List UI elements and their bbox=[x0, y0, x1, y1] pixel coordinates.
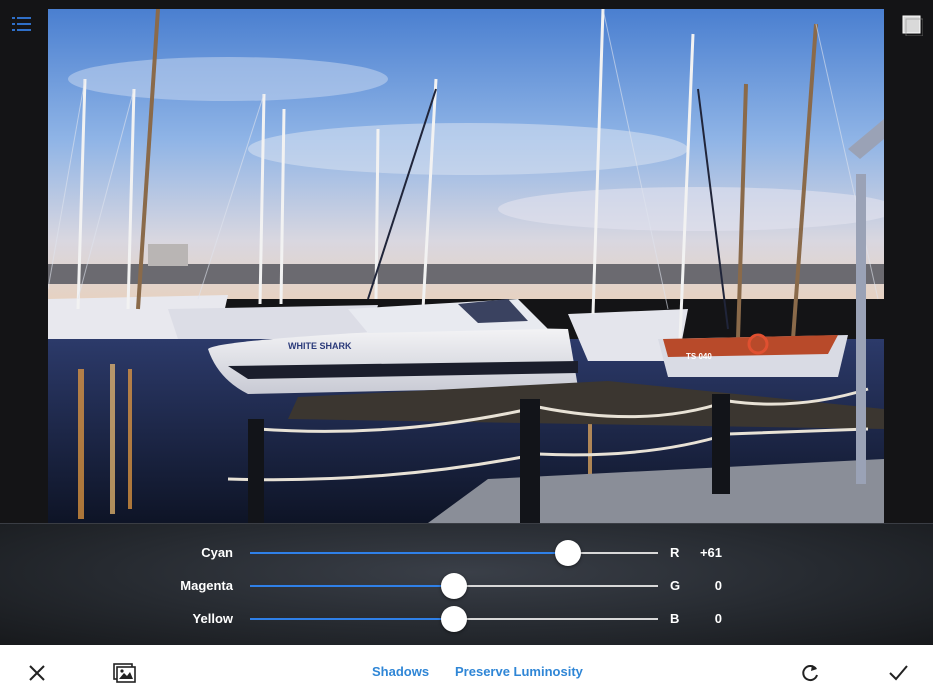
preserve-luminosity-button[interactable]: Preserve Luminosity bbox=[455, 664, 583, 679]
bottom-toolbar: Shadows Preserve Luminosity bbox=[0, 645, 933, 700]
slider-channel: R bbox=[670, 545, 680, 560]
cyan-slider[interactable] bbox=[250, 540, 658, 566]
compare-icon[interactable] bbox=[901, 14, 924, 37]
slider-value: 0 bbox=[714, 578, 722, 593]
slider-label: Cyan bbox=[201, 545, 233, 560]
gallery-icon[interactable] bbox=[111, 660, 137, 686]
slider-channel: B bbox=[670, 611, 680, 626]
slider-row-yellow: Yellow B 0 bbox=[0, 603, 933, 635]
photo-canvas: WHITE SHARK TS 040 bbox=[48, 9, 884, 523]
yellow-slider[interactable] bbox=[250, 606, 658, 632]
checkmark-icon[interactable] bbox=[885, 660, 911, 686]
slider-channel: G bbox=[670, 578, 681, 593]
color-balance-panel: Cyan R +61 Magenta G 0 Yellow B 0 bbox=[0, 523, 933, 645]
list-icon[interactable] bbox=[10, 14, 34, 34]
slider-thumb[interactable] bbox=[441, 573, 467, 599]
slider-fill bbox=[250, 585, 454, 587]
slider-thumb[interactable] bbox=[441, 606, 467, 632]
shadows-button[interactable]: Shadows bbox=[372, 664, 429, 679]
boat-name-text: WHITE SHARK bbox=[288, 341, 352, 351]
redo-icon[interactable] bbox=[797, 660, 823, 686]
editor-screen: WHITE SHARK TS 040 Cyan R +61 Magenta G … bbox=[0, 0, 933, 700]
magenta-slider[interactable] bbox=[250, 573, 658, 599]
boat-reg-text: TS 040 bbox=[686, 352, 712, 361]
slider-fill bbox=[250, 552, 569, 554]
slider-row-cyan: Cyan R +61 bbox=[0, 537, 933, 569]
slider-row-magenta: Magenta G 0 bbox=[0, 570, 933, 602]
slider-fill bbox=[250, 618, 454, 620]
slider-label: Magenta bbox=[180, 578, 233, 593]
slider-thumb[interactable] bbox=[555, 540, 582, 566]
slider-value: +61 bbox=[699, 545, 722, 560]
slider-value: 0 bbox=[714, 611, 722, 626]
slider-label: Yellow bbox=[192, 611, 233, 626]
close-icon[interactable] bbox=[24, 660, 50, 686]
